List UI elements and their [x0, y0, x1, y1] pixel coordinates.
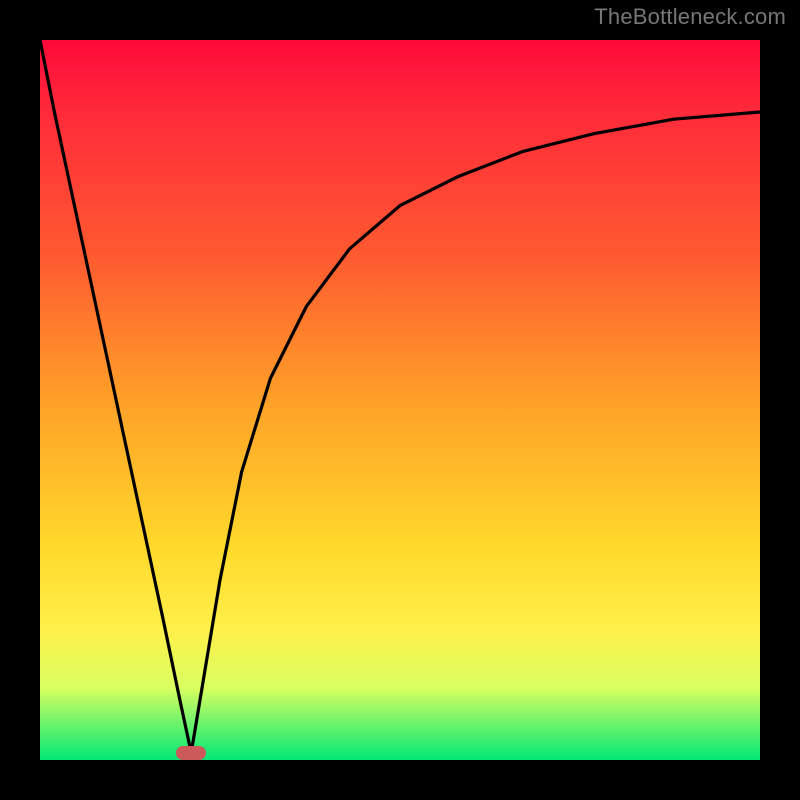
plot-area	[40, 40, 760, 760]
watermark-text: TheBottleneck.com	[594, 4, 786, 30]
minimum-marker	[176, 746, 206, 760]
bottleneck-curve-path	[40, 40, 760, 753]
chart-frame: TheBottleneck.com	[0, 0, 800, 800]
curve-svg	[40, 40, 760, 760]
